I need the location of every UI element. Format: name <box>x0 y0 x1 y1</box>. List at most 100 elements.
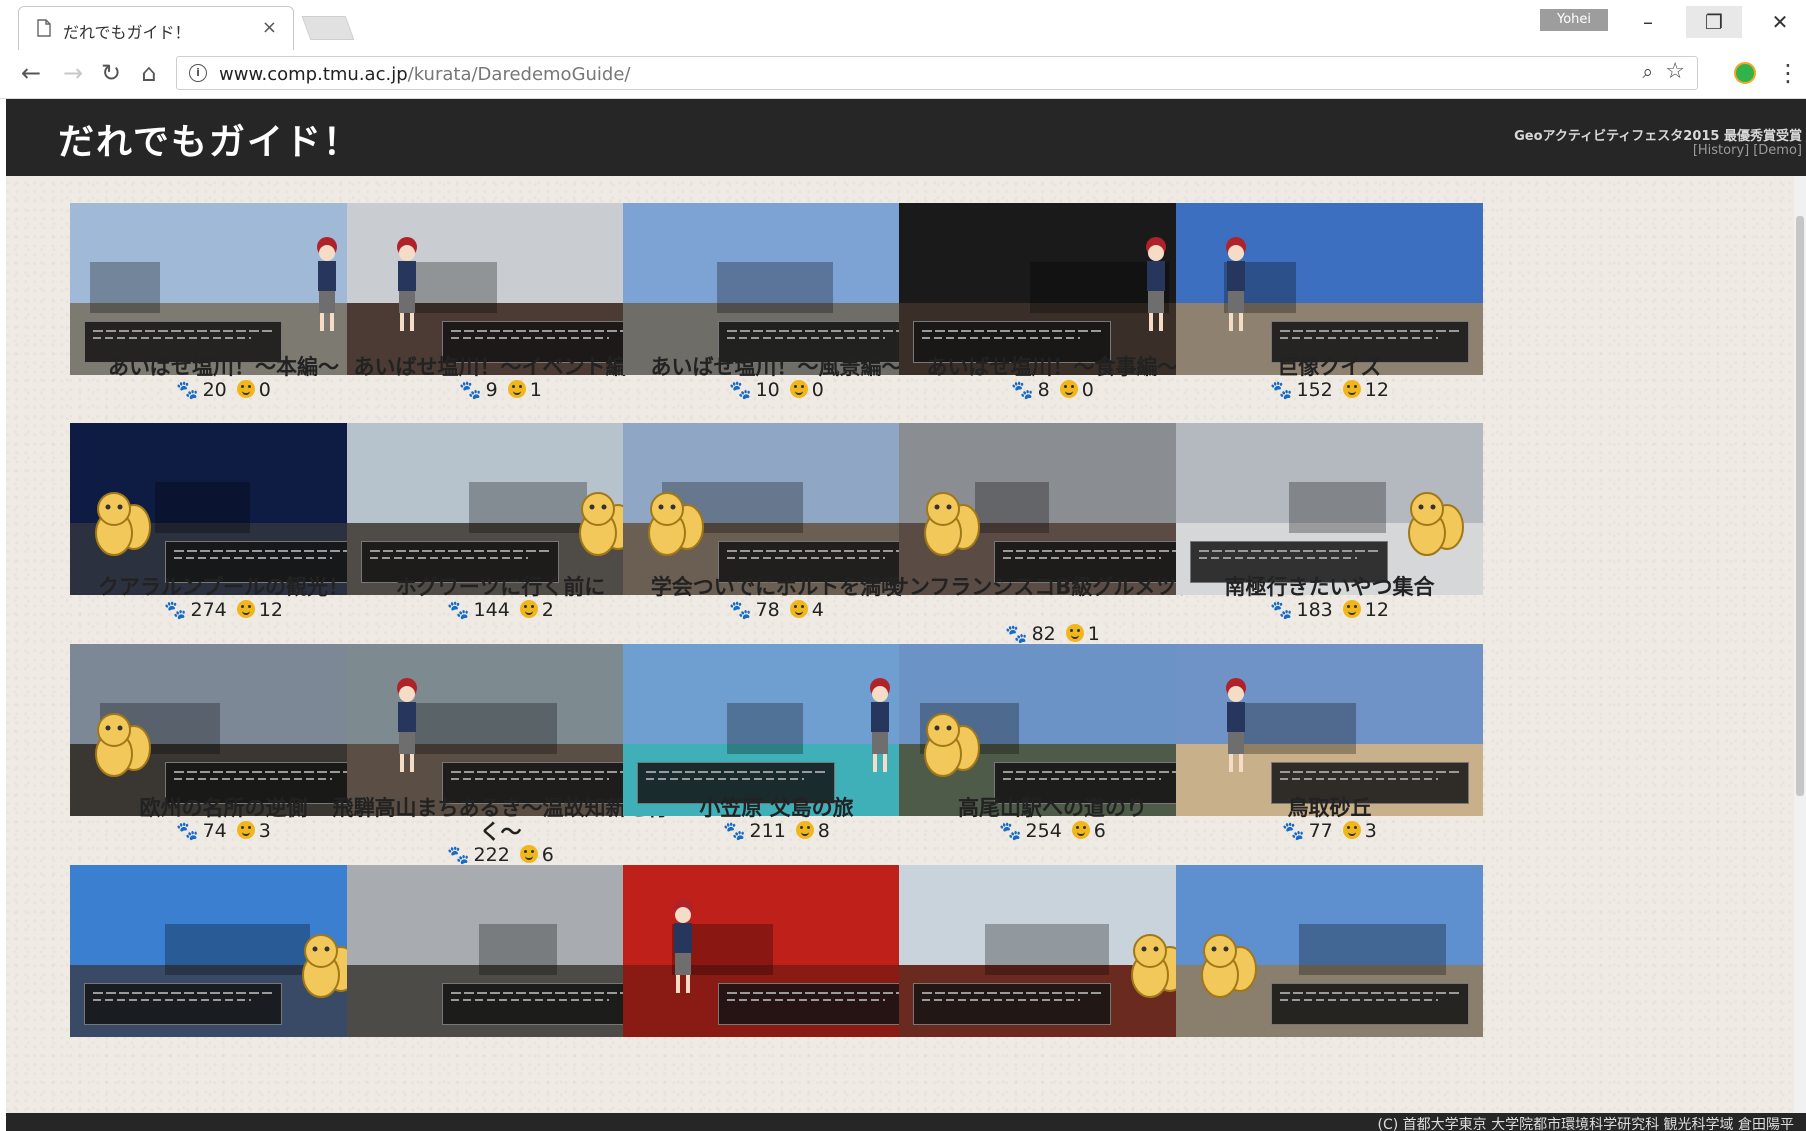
like-count: 0 <box>1081 379 1094 401</box>
site-footer: (C) 首都大学東京 大学院都市環境科学研究科 観光科学域 倉田陽平 <box>6 1113 1806 1131</box>
guide-thumbnail[interactable] <box>899 644 1206 816</box>
thumbnail-building <box>1289 481 1386 534</box>
guide-girl-character <box>387 233 427 333</box>
info-icon[interactable]: i <box>189 64 207 82</box>
guide-girl-character <box>1136 233 1176 333</box>
guide-stats: 🐾 20 0 <box>70 379 377 402</box>
like-count: 0 <box>811 379 824 401</box>
profile-badge[interactable]: Yohei <box>1540 9 1608 31</box>
guide-girl-character <box>663 895 703 995</box>
smile-icon <box>1342 380 1361 398</box>
guide-thumbnail[interactable] <box>1176 865 1483 1037</box>
guide-thumbnail[interactable] <box>623 865 930 1037</box>
guide-thumbnail[interactable] <box>623 203 930 375</box>
paw-icon: 🐾 <box>729 380 752 401</box>
guide-thumbnail[interactable] <box>347 865 654 1037</box>
guide-thumbnail[interactable] <box>347 203 654 375</box>
paw-icon: 🐾 <box>999 821 1022 842</box>
paw-icon: 🐾 <box>1005 624 1028 645</box>
browser-tab[interactable]: だれでもガイド！ × <box>18 6 294 50</box>
copyright-text: (C) 首都大学東京 大学院都市環境科学研究科 観光科学域 倉田陽平 <box>1377 1117 1795 1131</box>
paw-icon: 🐾 <box>1270 600 1293 621</box>
guide-dialog-box <box>718 983 916 1025</box>
menu-dots-icon[interactable]: ⋮ <box>1776 58 1800 88</box>
view-count: 9 <box>485 379 498 401</box>
guide-thumbnail[interactable] <box>70 423 377 595</box>
demo-link[interactable]: [Demo] <box>1753 143 1802 158</box>
guide-girl-character <box>860 674 900 774</box>
view-count: 74 <box>202 820 227 842</box>
guide-stats: 🐾 274 12 <box>70 599 377 622</box>
guide-stats: 🐾 10 0 <box>623 379 930 402</box>
smile-icon <box>236 380 255 398</box>
extension-icon[interactable] <box>1734 62 1756 84</box>
guide-stats: 🐾 183 12 <box>1176 599 1483 622</box>
guide-stats: 🐾 78 4 <box>623 599 930 622</box>
scrollbar[interactable] <box>1794 176 1806 1113</box>
view-count: 77 <box>1308 820 1333 842</box>
zoom-icon[interactable]: ⌕ <box>1642 61 1653 83</box>
guide-thumbnail[interactable] <box>70 644 377 816</box>
bookmark-star-icon[interactable]: ☆ <box>1665 59 1685 84</box>
close-tab-icon[interactable]: × <box>262 17 277 38</box>
site-header: だれでもガイド！ Geoアクティビティフェスタ2015 最優秀賞受賞 [Hist… <box>6 99 1806 176</box>
thumbnail-building <box>717 261 833 314</box>
paw-icon: 🐾 <box>176 821 199 842</box>
view-count: 82 <box>1031 623 1056 645</box>
squirrel-mascot <box>917 708 981 784</box>
guide-thumbnail[interactable] <box>899 423 1206 595</box>
forward-arrow-icon[interactable]: → <box>58 58 88 88</box>
guide-thumbnail[interactable] <box>347 423 654 595</box>
guide-title[interactable]: 巨像クイズ <box>1156 355 1503 379</box>
back-arrow-icon[interactable]: ← <box>16 58 46 88</box>
new-tab-button[interactable] <box>301 16 355 40</box>
browser-tab-bar: だれでもガイド！ × Yohei – ❐ ✕ <box>0 0 1806 50</box>
squirrel-mascot <box>88 708 152 784</box>
restore-icon[interactable]: ❐ <box>1686 6 1742 38</box>
guide-thumbnail[interactable] <box>899 203 1206 375</box>
like-count: 3 <box>1364 820 1377 842</box>
guide-thumbnail[interactable] <box>70 865 377 1037</box>
guide-stats: 🐾 152 12 <box>1176 379 1483 402</box>
guide-stats: 🐾 222 6 <box>347 844 654 867</box>
guide-thumbnail[interactable] <box>347 644 654 816</box>
squirrel-mascot <box>641 487 705 563</box>
reload-icon[interactable]: ↻ <box>96 58 126 88</box>
home-icon[interactable]: ⌂ <box>134 58 164 88</box>
guide-thumbnail[interactable] <box>899 865 1206 1037</box>
view-count: 222 <box>473 844 510 866</box>
smile-icon <box>507 380 526 398</box>
guide-dialog-box <box>913 983 1111 1025</box>
like-count: 1 <box>529 379 542 401</box>
guide-stats: 🐾 211 8 <box>623 820 930 843</box>
close-window-icon[interactable]: ✕ <box>1752 6 1806 38</box>
guide-stats: 🐾 144 2 <box>347 599 654 622</box>
address-bar[interactable]: i www.comp.tmu.ac.jp/kurata/DaredemoGuid… <box>176 56 1698 90</box>
guide-stats: 🐾 82 1 <box>899 623 1206 646</box>
guide-thumbnail[interactable] <box>1176 203 1483 375</box>
guide-thumbnail[interactable] <box>1176 423 1483 595</box>
url-text: www.comp.tmu.ac.jp/kurata/DaredemoGuide/ <box>219 64 631 85</box>
view-count: 10 <box>755 379 780 401</box>
thumbnail-building <box>90 261 160 314</box>
guide-thumbnail[interactable] <box>70 203 377 375</box>
smile-icon <box>1065 624 1084 642</box>
thumbnail-building <box>414 702 557 755</box>
smile-icon <box>519 600 538 618</box>
squirrel-mascot <box>917 487 981 563</box>
guide-thumbnail[interactable] <box>1176 644 1483 816</box>
like-count: 3 <box>258 820 271 842</box>
guide-thumbnail[interactable] <box>623 644 930 816</box>
minimize-icon[interactable]: – <box>1620 6 1676 38</box>
guide-title[interactable]: 南極行きたいやつ集合 <box>1156 575 1503 599</box>
guide-stats: 🐾 77 3 <box>1176 820 1483 843</box>
history-link[interactable]: [History] <box>1693 143 1749 158</box>
guide-title[interactable]: 鳥取砂丘 <box>1156 796 1503 820</box>
thumbnail-building <box>155 481 250 534</box>
thumbnail-building <box>975 481 1049 534</box>
scrollbar-thumb[interactable] <box>1796 216 1804 796</box>
guide-thumbnail[interactable] <box>623 423 930 595</box>
smile-icon <box>1342 821 1361 839</box>
guide-girl-character <box>307 233 347 333</box>
thumbnail-building <box>727 702 803 755</box>
